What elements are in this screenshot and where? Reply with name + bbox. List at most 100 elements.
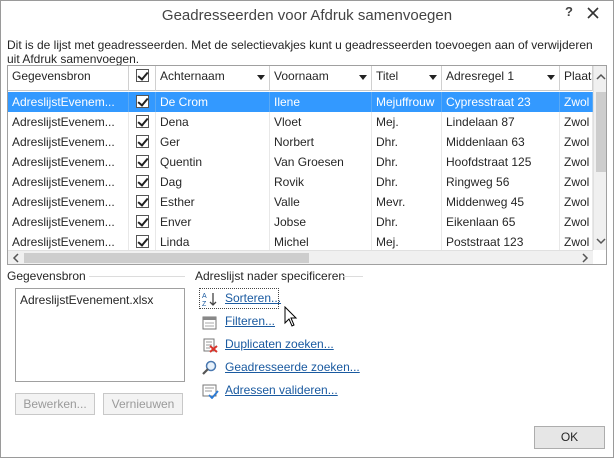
cell-plaats: Zwol [560, 212, 593, 232]
find-recipient-link-label: Geadresseerde zoeken... [225, 360, 360, 374]
find-duplicates-link[interactable]: Duplicaten zoeken... [201, 335, 341, 355]
horizontal-scrollbar[interactable] [8, 250, 593, 264]
cell-achternaam: Enver [156, 212, 270, 232]
recipient-checkbox[interactable] [136, 155, 149, 168]
find-recipient-icon [202, 360, 217, 375]
table-row[interactable]: AdreslijstEvenem... De Crom Ilene Mejuffrou… [8, 92, 593, 112]
filter-link-label: Filteren... [225, 314, 276, 328]
recipient-checkbox[interactable] [136, 195, 149, 208]
cell-titel: Mevr. [372, 192, 442, 212]
cell-gegevensbron: AdreslijstEvenem... [8, 152, 129, 172]
cell-gegevensbron: AdreslijstEvenem... [8, 112, 129, 132]
cell-checkbox [129, 192, 156, 212]
refresh-button[interactable]: Vernieuwen [103, 393, 183, 415]
column-header-voornaam[interactable]: Voornaam [270, 66, 372, 91]
recipients-grid[interactable]: Gegevensbron Achternaam Voornaam Titel A… [7, 65, 607, 265]
cell-titel: Mej. [372, 112, 442, 132]
table-row[interactable]: AdreslijstEvenem... Dena Vloet Mej. Lindelaa… [8, 112, 593, 132]
cell-plaats: Zwol [560, 152, 593, 172]
vertical-scroll-thumb[interactable] [596, 92, 606, 172]
cell-voornaam: Vloet [270, 112, 372, 132]
mouse-pointer-icon [284, 306, 298, 327]
cell-achternaam: Dena [156, 112, 270, 132]
cell-achternaam: Ger [156, 132, 270, 152]
recipient-checkbox[interactable] [136, 215, 149, 228]
dialog-description: Dit is de lijst met geadresseerden. Met … [7, 38, 593, 66]
cell-plaats: Zwol [560, 132, 593, 152]
ok-button[interactable]: OK [534, 426, 605, 449]
column-header-label: Titel [376, 69, 399, 83]
column-header-achternaam[interactable]: Achternaam [156, 66, 270, 91]
vertical-scrollbar[interactable] [593, 66, 607, 250]
cell-plaats: Zwol [560, 112, 593, 132]
table-row[interactable]: AdreslijstEvenem... Linda Michel Mej. Postst… [8, 232, 593, 252]
cell-voornaam: Ilene [270, 92, 372, 112]
validate-addresses-link[interactable]: Adressen valideren... [201, 381, 351, 401]
cell-checkbox [129, 152, 156, 172]
cell-titel: Dhr. [372, 152, 442, 172]
datasource-list[interactable]: AdreslijstEvenement.xlsx [15, 288, 185, 382]
column-header-gegevensbron[interactable]: Gegevensbron [8, 66, 129, 91]
sort-link[interactable]: A Z Sorteren... [201, 289, 291, 309]
column-header-plaats[interactable]: Plaats [560, 66, 593, 91]
scroll-right-icon[interactable] [578, 251, 592, 265]
close-button[interactable] [578, 3, 608, 23]
chevron-down-icon [257, 75, 265, 80]
cell-checkbox [129, 232, 156, 252]
cell-gegevensbron: AdreslijstEvenem... [8, 132, 129, 152]
scroll-left-icon[interactable] [9, 251, 23, 265]
cell-gegevensbron: AdreslijstEvenem... [8, 172, 129, 192]
table-row[interactable]: AdreslijstEvenem... Quentin Van Groesen Dhr… [8, 152, 593, 172]
cell-checkbox [129, 132, 156, 152]
recipient-checkbox[interactable] [136, 135, 149, 148]
cell-adresregel-1: Middenweg 45 [442, 192, 560, 212]
scroll-up-icon[interactable] [594, 70, 607, 84]
cell-achternaam: Linda [156, 232, 270, 252]
edit-button[interactable]: Bewerken... [15, 393, 95, 415]
recipient-checkbox[interactable] [136, 115, 149, 128]
find-duplicates-link-label: Duplicaten zoeken... [225, 337, 334, 351]
column-header-adresregel-1[interactable]: Adresregel 1 [442, 66, 560, 91]
recipient-checkbox[interactable] [136, 95, 149, 108]
cell-adresregel-1: Middenlaan 63 [442, 132, 560, 152]
validate-addresses-icon [202, 384, 219, 399]
recipient-checkbox[interactable] [136, 175, 149, 188]
mail-merge-recipients-dialog: Geadresseerden voor Afdruk samenvoegen ?… [0, 0, 614, 458]
chevron-down-icon [429, 75, 437, 80]
horizontal-scroll-thumb[interactable] [24, 253, 309, 263]
cell-gegevensbron: AdreslijstEvenem... [8, 92, 129, 112]
table-row[interactable]: AdreslijstEvenem... Ger Norbert Dhr. Middenl… [8, 132, 593, 152]
cell-voornaam: Rovik [270, 172, 372, 192]
select-all-checkbox[interactable] [136, 69, 149, 82]
column-header-titel[interactable]: Titel [372, 66, 442, 91]
scroll-down-icon[interactable] [594, 234, 607, 248]
cell-voornaam: Norbert [270, 132, 372, 152]
column-header-checkbox[interactable] [129, 66, 156, 91]
column-header-label: Plaats [564, 69, 592, 83]
datasource-list-item[interactable]: AdreslijstEvenement.xlsx [20, 293, 153, 307]
find-recipient-link[interactable]: Geadresseerde zoeken... [201, 358, 361, 378]
cell-plaats: Zwol [560, 92, 593, 112]
refine-group-label: Adreslijst nader specificeren [195, 269, 346, 283]
cell-plaats: Zwol [560, 192, 593, 212]
help-button[interactable]: ? [559, 3, 579, 23]
cell-achternaam: Esther [156, 192, 270, 212]
cell-adresregel-1: Lindelaan 87 [442, 112, 560, 132]
cell-plaats: Zwol [560, 232, 593, 252]
table-row[interactable]: AdreslijstEvenem... Esther Valle Mevr. Midde… [8, 192, 593, 212]
cell-titel: Mejuffrouw [372, 92, 442, 112]
cell-adresregel-1: Ringweg 56 [442, 172, 560, 192]
chevron-down-icon [359, 75, 367, 80]
cell-checkbox [129, 212, 156, 232]
table-row[interactable]: AdreslijstEvenem... Enver Jobse Dhr. Eikenla… [8, 212, 593, 232]
column-header-label: Adresregel 1 [446, 69, 515, 83]
filter-link[interactable]: Filteren... [201, 312, 291, 332]
divider [89, 276, 185, 277]
table-row[interactable]: AdreslijstEvenem... Dag Rovik Dhr. Ringweg 5… [8, 172, 593, 192]
cell-plaats: Zwol [560, 172, 593, 192]
cell-gegevensbron: AdreslijstEvenem... [8, 192, 129, 212]
recipient-checkbox[interactable] [136, 235, 149, 248]
cell-achternaam: Dag [156, 172, 270, 192]
cell-titel: Dhr. [372, 132, 442, 152]
cell-voornaam: Valle [270, 192, 372, 212]
